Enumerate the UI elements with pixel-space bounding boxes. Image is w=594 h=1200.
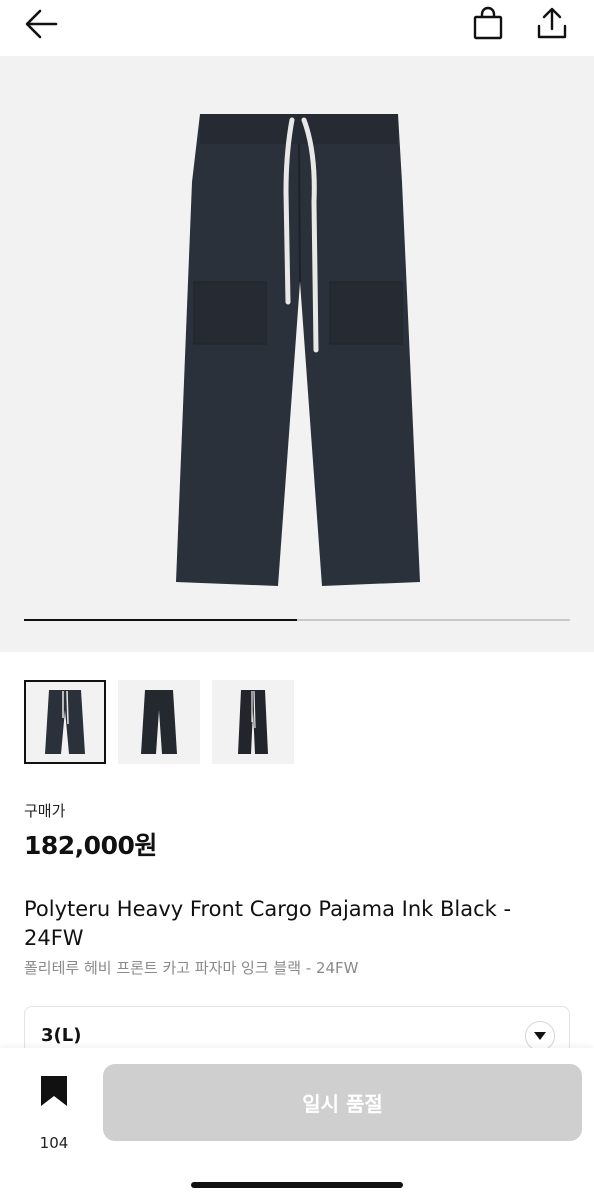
share-button[interactable]	[532, 4, 572, 44]
shopping-bag-icon	[473, 6, 503, 40]
thumbnail-2[interactable]	[118, 680, 200, 764]
gallery-progress-bar	[24, 619, 570, 621]
product-image-gallery[interactable]	[0, 56, 594, 652]
dropdown-toggle[interactable]	[525, 1021, 555, 1051]
thumbnail-image	[141, 690, 177, 754]
home-indicator	[191, 1182, 403, 1188]
thumbnail-3[interactable]	[212, 680, 294, 764]
arrow-left-icon	[25, 9, 58, 39]
bottom-action-bar: 104 일시 품절	[0, 1048, 594, 1200]
thumbnail-image	[45, 690, 85, 754]
thumbnail-1[interactable]	[24, 680, 106, 764]
gallery-progress-fill	[24, 619, 297, 621]
caret-down-icon	[534, 1032, 546, 1040]
bookmark-icon	[41, 1076, 67, 1106]
product-title-korean: 폴리테루 헤비 프론트 카고 파자마 잉크 블랙 - 24FW	[24, 959, 359, 977]
top-navigation-bar	[0, 0, 594, 56]
thumbnail-strip	[24, 680, 294, 764]
selected-size-value: 3(L)	[41, 1025, 82, 1046]
wishlist-count: 104	[39, 1134, 69, 1152]
back-button[interactable]	[22, 6, 62, 42]
product-image	[176, 114, 420, 586]
price-label: 구매가	[24, 802, 66, 820]
wishlist-button[interactable]: 104	[28, 1074, 80, 1152]
cart-button[interactable]	[468, 4, 508, 44]
soldout-button[interactable]: 일시 품절	[103, 1064, 582, 1141]
thumbnail-image	[238, 690, 268, 754]
product-title-english: Polyteru Heavy Front Cargo Pajama Ink Bl…	[24, 897, 512, 950]
share-upload-icon	[537, 7, 567, 39]
product-price: 182,000원	[24, 831, 157, 860]
